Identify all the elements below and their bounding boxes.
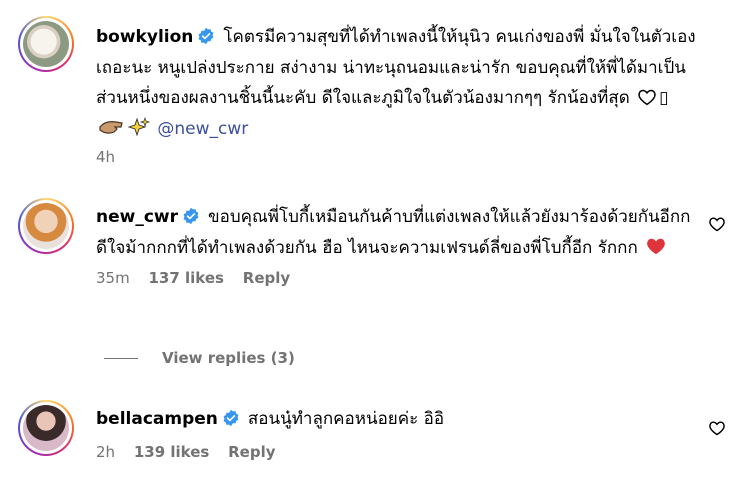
comment-body: สอนนู๋ทำลูกคอหน่อยค่ะ อิอิ <box>247 409 445 429</box>
timestamp[interactable]: 4h <box>96 148 115 166</box>
mention-link[interactable]: @new_cwr <box>157 119 248 139</box>
comment-meta: 4h <box>96 148 696 166</box>
username[interactable]: new_cwr <box>96 207 178 227</box>
comment-text: new_cwr ขอบคุณพี่โบกี้เหมือนกันค้าบที่แต่… <box>96 202 696 263</box>
comment-text: bowkylion โคตรมีความสุขที่ได้ทำเพลงนี้ให้… <box>96 22 696 144</box>
verified-badge-icon <box>183 207 199 225</box>
reply-button[interactable]: Reply <box>243 269 290 287</box>
missing-glyph: ▯ <box>659 88 669 108</box>
like-heart-icon[interactable] <box>708 216 726 232</box>
avatar-ring[interactable] <box>18 400 74 456</box>
timestamp[interactable]: 35m <box>96 269 130 287</box>
verified-badge-icon <box>223 409 239 427</box>
red-heart-icon <box>647 238 665 254</box>
divider-line <box>104 358 138 359</box>
avatar-ring[interactable] <box>18 16 74 72</box>
comment-meta: 2h 139 likes Reply <box>96 443 696 461</box>
avatar[interactable] <box>23 405 69 451</box>
white-heart-icon <box>638 89 656 106</box>
sparkles-icon <box>128 116 150 136</box>
reply-button[interactable]: Reply <box>228 443 275 461</box>
verified-badge-icon <box>198 27 214 45</box>
avatar-ring[interactable] <box>18 198 74 254</box>
avatar[interactable] <box>23 203 69 249</box>
view-replies-button[interactable]: View replies (3) <box>104 349 295 367</box>
timestamp[interactable]: 2h <box>96 443 115 461</box>
comment-meta: 35m 137 likes Reply <box>96 269 696 287</box>
avatar[interactable] <box>23 21 69 67</box>
likes-count[interactable]: 139 likes <box>134 443 210 461</box>
username[interactable]: bowkylion <box>96 27 193 47</box>
view-replies-label[interactable]: View replies (3) <box>162 349 295 367</box>
likes-count[interactable]: 137 likes <box>148 269 224 287</box>
hand-icon <box>99 120 123 134</box>
like-heart-icon[interactable] <box>708 420 726 436</box>
username[interactable]: bellacampen <box>96 409 218 429</box>
comment-text: bellacampen สอนนู๋ทำลูกคอหน่อยค่ะ อิอิ <box>96 404 696 435</box>
